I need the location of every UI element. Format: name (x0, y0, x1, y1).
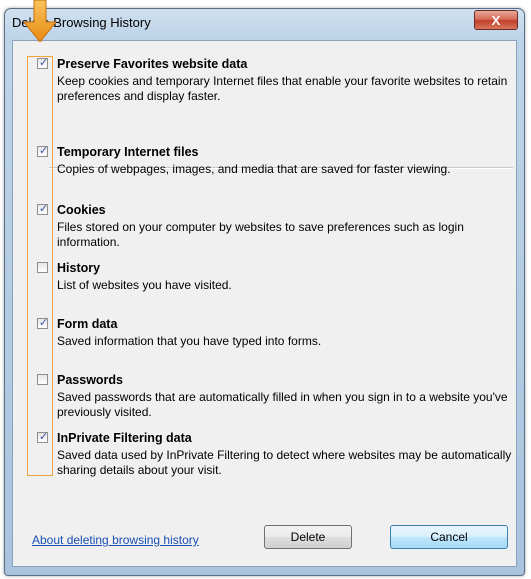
option-description: List of websites you have visited. (57, 278, 232, 292)
option-label: Form data (57, 317, 118, 331)
dialog-body: ✓ Preserve Favorites website data Keep c… (12, 40, 517, 567)
option-label: Passwords (57, 373, 124, 387)
option-label: History (57, 261, 101, 275)
option-description: Copies of webpages, images, and media th… (57, 162, 451, 176)
option-description: Saved passwords that are automatically f… (57, 390, 508, 419)
option-label: Preserve Favorites website data (57, 57, 248, 71)
cancel-button[interactable]: Cancel (390, 525, 508, 549)
close-button[interactable]: X (474, 10, 518, 30)
option-label: Temporary Internet files (57, 145, 199, 159)
highlight-box (27, 56, 53, 476)
arrow-down-icon (22, 0, 58, 42)
option-label: InPrivate Filtering data (57, 431, 192, 445)
option-description: Keep cookies and temporary Internet file… (57, 74, 508, 103)
option-description: Saved data used by InPrivate Filtering t… (57, 448, 512, 477)
option-description: Files stored on your computer by website… (57, 220, 464, 249)
delete-button[interactable]: Delete (264, 525, 352, 549)
about-deleting-history-link[interactable]: About deleting browsing history (32, 533, 199, 547)
option-description: Saved information that you have typed in… (57, 334, 322, 348)
option-label: Cookies (57, 203, 106, 217)
